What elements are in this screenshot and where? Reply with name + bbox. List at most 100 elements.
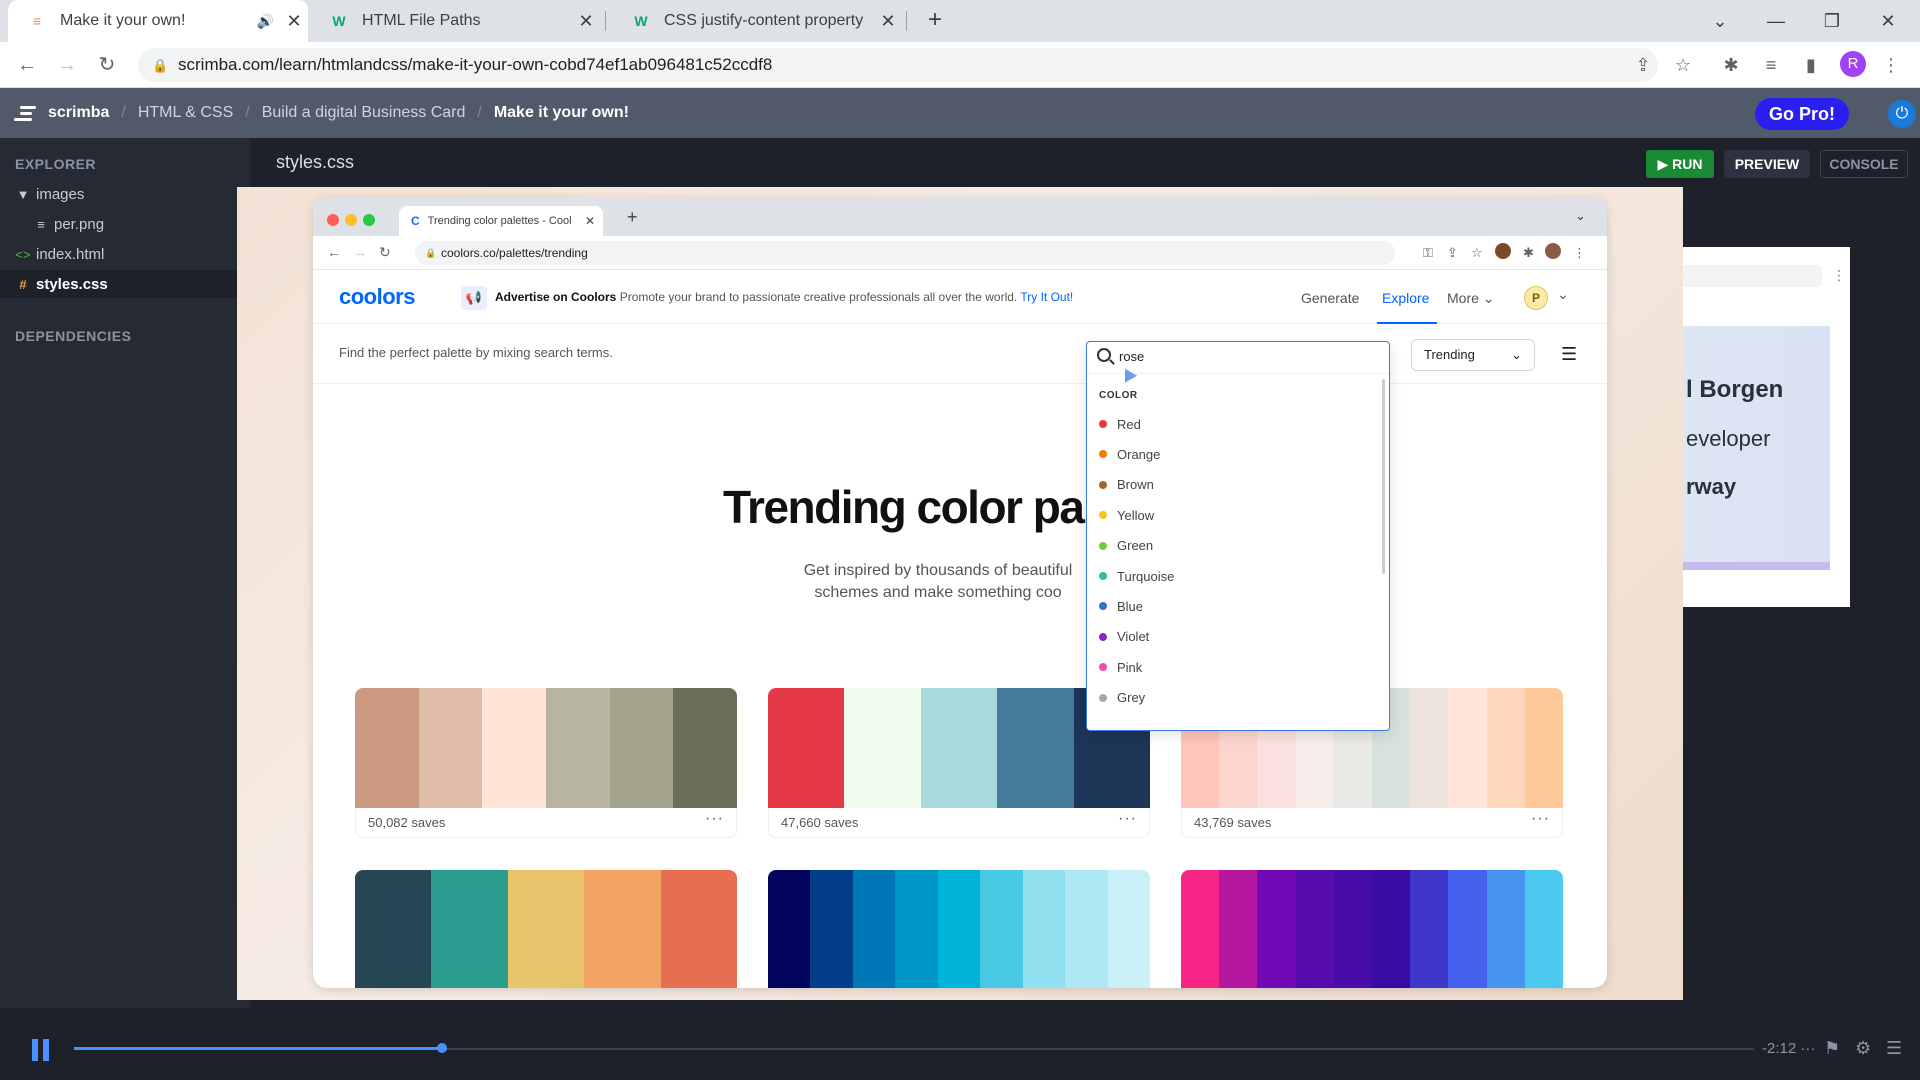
color-option-label: Yellow (1117, 507, 1155, 523)
new-tab-icon: + (627, 207, 638, 227)
more-options-icon: ··· (1531, 810, 1550, 827)
pause-icon[interactable] (32, 1039, 50, 1061)
palette-color-swatch (418, 688, 483, 808)
palette-color-swatch (1486, 688, 1525, 808)
coolors-heading: Trending color pal (723, 481, 1096, 533)
color-dot-icon (1099, 663, 1107, 672)
sidebar-item-per-png[interactable]: ≡ per.png (0, 210, 250, 238)
sidebar-item-index-html[interactable]: <> index.html (0, 240, 250, 268)
back-arrow-icon[interactable]: ← (12, 50, 42, 80)
color-dot-icon (1099, 541, 1107, 550)
color-option-label: Brown (1117, 477, 1154, 493)
recorded-tab-title: Trending color palettes - Cool (427, 215, 572, 227)
chrome-menu-icon[interactable]: ⋮ (1876, 50, 1906, 80)
palette-color-swatch (355, 688, 419, 808)
profile-avatar[interactable]: R (1840, 51, 1866, 77)
close-tab-icon: ✕ (584, 214, 595, 228)
palette-color-swatch (546, 688, 610, 808)
palette-color-swatch (937, 870, 981, 988)
coolors-favicon-icon: C (411, 214, 420, 228)
breadcrumb-separator: / (245, 104, 250, 121)
palette-color-swatch (355, 870, 432, 988)
sidebar-item-label: index.html (36, 245, 105, 263)
close-tab-icon[interactable]: ✕ (280, 11, 308, 32)
palette-color-swatch (1107, 870, 1150, 988)
run-button[interactable]: ▶ RUN (1646, 150, 1714, 178)
breadcrumb-current: Make it your own! (493, 104, 629, 121)
forward-arrow-icon[interactable]: → (52, 50, 82, 80)
new-tab-button[interactable]: + (920, 6, 950, 36)
palette-color-swatch (482, 688, 547, 808)
palette-color-swatch (1295, 870, 1334, 988)
chevron-down-icon: ⌄ (1511, 347, 1522, 362)
extensions-puzzle-icon[interactable]: ✱ (1716, 50, 1746, 80)
tab-search-chevron-icon[interactable]: ⌄ (1692, 0, 1748, 42)
palette-color-swatch (1410, 870, 1449, 988)
restore-button[interactable]: ❐ (1804, 0, 1860, 42)
progress-handle[interactable] (436, 1043, 447, 1053)
minimize-button[interactable]: — (1748, 0, 1804, 42)
tab-html-file-paths[interactable]: W HTML File Paths ✕ (310, 0, 600, 42)
more-dots-icon[interactable]: ··· (1800, 1040, 1815, 1057)
preview-location: rway (1686, 474, 1737, 499)
power-icon[interactable]: ⏻ (1888, 100, 1916, 128)
url-text: scrimba.com/learn/htmlandcss/make-it-you… (178, 55, 773, 74)
file-icon: ≡ (37, 216, 45, 232)
palette-swatches (355, 870, 737, 988)
search-value: rose (1119, 349, 1145, 364)
play-icon: ▶ (1657, 156, 1673, 172)
side-panel-icon[interactable]: ▮ (1796, 50, 1826, 80)
palette-swatches (1181, 870, 1563, 988)
palette-color-swatch (768, 870, 811, 988)
bookmark-icon[interactable]: ⚑ (1824, 1038, 1840, 1059)
close-tab-icon[interactable]: ✕ (874, 11, 902, 32)
breadcrumb-html-css[interactable]: HTML & CSS (138, 104, 233, 122)
menu-explore: Explore (1382, 290, 1430, 306)
sidebar-item-styles-css[interactable]: # styles.css (0, 270, 250, 298)
palette-color-swatch (768, 688, 845, 808)
tab-title: HTML File Paths (362, 12, 481, 29)
scrimba-logo[interactable]: scrimba (14, 104, 109, 122)
lock-icon: 🔒 (152, 58, 169, 73)
recorded-url-text: coolors.co/palettes/trending (441, 246, 588, 260)
color-dot-icon (1099, 480, 1107, 489)
reload-icon[interactable]: ↻ (92, 50, 122, 80)
recorded-address-row: ← → ↻ 🔒 coolors.co/palettes/trending ⚿ ⇪… (313, 236, 1607, 270)
close-tab-icon[interactable]: ✕ (572, 11, 600, 32)
address-bar[interactable]: 🔒 scrimba.com/learn/htmlandcss/make-it-y… (138, 48, 1658, 82)
palette-color-swatch (507, 870, 585, 988)
close-window-button[interactable]: ✕ (1860, 0, 1916, 42)
tab-make-it-your-own[interactable]: ≡ Make it your own! 🔊 ✕ (8, 0, 308, 42)
breadcrumb-business-card[interactable]: Build a digital Business Card (262, 104, 466, 122)
list-menu-icon[interactable]: ☰ (1886, 1038, 1902, 1059)
search-icon (1097, 348, 1111, 362)
media-control-icon[interactable]: ≡ (1756, 50, 1786, 80)
audio-playing-icon[interactable]: 🔊 (257, 13, 274, 30)
color-option: Orange (1099, 444, 1160, 464)
tab-css-justify-content[interactable]: W CSS justify-content property ✕ (612, 0, 902, 42)
color-option-label: Turquoise (1117, 568, 1175, 584)
share-icon[interactable]: ⇪ (1628, 50, 1658, 80)
tab-title: CSS justify-content property (664, 12, 864, 29)
go-pro-button[interactable]: Go Pro! (1755, 98, 1849, 130)
scrimba-logo-icon (14, 104, 40, 122)
palette-color-swatch (1219, 870, 1258, 988)
subtitle-line: schemes and make something coo (814, 584, 1062, 601)
color-dot-icon (1099, 602, 1107, 611)
sidebar-item-images[interactable]: ▼ images (0, 180, 250, 208)
hash-icon: # (19, 276, 27, 292)
preview-menu-icon[interactable]: ⋮ (1832, 267, 1846, 284)
search-dropdown: rose COLOR Red Orange Brown Yellow Green Turq… (1086, 341, 1390, 731)
settings-gear-icon[interactable]: ⚙ (1855, 1038, 1871, 1059)
key-icon: ⚿ (1423, 245, 1433, 260)
palette-footer: 50,082 saves ··· (355, 808, 737, 838)
recorded-tab: C Trending color palettes - Cool ✕ (399, 206, 603, 236)
color-option-label: Pink (1117, 659, 1143, 675)
chevron-down-icon: ⌄ (1557, 286, 1569, 302)
color-dot-icon (1099, 511, 1107, 520)
bookmark-star-icon[interactable]: ☆ (1668, 50, 1698, 80)
preview-button[interactable]: PREVIEW (1724, 150, 1810, 178)
palette-footer: 43,769 saves ··· (1181, 808, 1563, 838)
console-button[interactable]: CONSOLE (1820, 150, 1908, 178)
palette-color-swatch (1524, 688, 1563, 808)
